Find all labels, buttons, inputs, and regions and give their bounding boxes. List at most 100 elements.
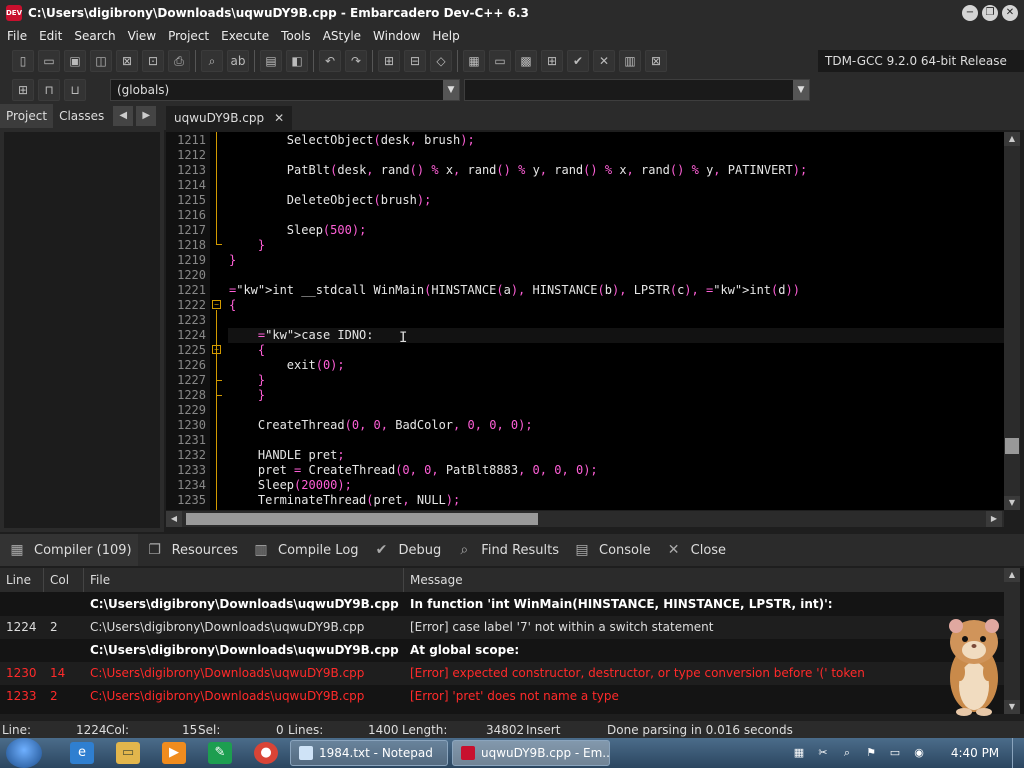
function-combo[interactable]: ▼ [464, 79, 810, 101]
menu-tools[interactable]: Tools [275, 26, 317, 46]
compile-run-icon[interactable]: ▩ [515, 50, 537, 72]
find-icon[interactable]: ⌕ [201, 50, 223, 72]
profile-icon[interactable]: ▥ [619, 50, 641, 72]
chevron-down-icon[interactable]: ▼ [793, 80, 809, 100]
paint-icon[interactable]: ✎ [208, 742, 232, 764]
print-icon[interactable]: ⎙ [168, 50, 190, 72]
line-number: 1217 [177, 223, 206, 237]
goto-bookmark-icon[interactable]: ⊔ [64, 79, 86, 101]
goto-line-icon[interactable]: ▤ [260, 50, 282, 72]
scroll-thumb[interactable] [186, 513, 538, 525]
tray-tools-icon[interactable]: ✂ [814, 744, 832, 762]
tray-app-icon[interactable]: ▦ [790, 744, 808, 762]
column-header-file[interactable]: File [84, 568, 404, 592]
devcpp-app-icon[interactable]: DEV [6, 5, 22, 21]
open-folder-icon[interactable]: ▭ [38, 50, 60, 72]
taskbar-notepad[interactable]: 1984.txt - Notepad [290, 740, 448, 766]
tab-project[interactable]: Project [0, 104, 54, 128]
scroll-thumb[interactable] [1005, 438, 1019, 454]
scroll-up-icon[interactable]: ▲ [1004, 568, 1020, 582]
code-line: 1233 pret = CreateThread(0, 0, PatBlt888… [166, 463, 1004, 478]
taskbar-clock[interactable]: 4:40 PM [950, 738, 1000, 768]
undo-icon[interactable]: ↶ [319, 50, 341, 72]
minimize-icon[interactable]: − [962, 5, 978, 21]
editor-vertical-scrollbar[interactable]: ▲ ▼ [1004, 132, 1020, 510]
scroll-down-icon[interactable]: ▼ [1004, 496, 1020, 510]
message-row[interactable]: 1230 14 C:\Users\digibrony\Downloads\uqwuD… [0, 662, 1004, 685]
remove-project-icon[interactable]: ⊟ [404, 50, 426, 72]
menu-file[interactable]: File [1, 26, 33, 46]
run-icon[interactable]: ▭ [489, 50, 511, 72]
close-tab-icon[interactable]: ✕ [274, 111, 284, 125]
menu-astyle[interactable]: AStyle [317, 26, 367, 46]
new-project-icon[interactable]: ⊞ [378, 50, 400, 72]
scroll-left-icon[interactable]: ◀ [166, 511, 182, 527]
column-header-message[interactable]: Message [404, 568, 1004, 592]
save-all-icon[interactable]: ◫ [90, 50, 112, 72]
close-file-icon[interactable]: ⊠ [116, 50, 138, 72]
compile-icon[interactable]: ▦ [463, 50, 485, 72]
menu-window[interactable]: Window [367, 26, 426, 46]
delete-profile-icon[interactable]: ⊠ [645, 50, 667, 72]
message-row[interactable]: C:\Users\digibrony\Downloads\uqwuDY9B.cp… [0, 593, 1004, 616]
save-icon[interactable]: ▣ [64, 50, 86, 72]
bookmark-icon[interactable]: ◧ [286, 50, 308, 72]
chevron-left-icon[interactable]: ◀ [113, 106, 134, 126]
chrome-icon[interactable]: ● [254, 742, 278, 764]
menu-execute[interactable]: Execute [215, 26, 275, 46]
tray-volume-icon[interactable]: ◉ [910, 744, 928, 762]
menu-edit[interactable]: Edit [33, 26, 68, 46]
chevron-right-icon[interactable]: ▶ [136, 106, 157, 126]
tab-classes[interactable]: Classes [53, 104, 110, 128]
close-window-icon[interactable]: ✕ [1002, 5, 1018, 21]
editor-horizontal-scrollbar[interactable]: ◀ ▶ [166, 511, 1004, 527]
menu-view[interactable]: View [122, 26, 162, 46]
syntax-check-icon[interactable]: ✔ [567, 50, 589, 72]
taskbar-devcpp[interactable]: uqwuDY9B.cpp - Em... [452, 740, 610, 766]
tab-console[interactable]: ▤ Console [565, 534, 657, 566]
menu-help[interactable]: Help [426, 26, 465, 46]
restore-icon[interactable]: ❐ [982, 5, 998, 21]
tab-uqwudy9b-cpp[interactable]: uqwuDY9B.cpp ✕ [166, 106, 293, 130]
tab-resources[interactable]: ❐ Resources [138, 534, 244, 566]
code-editor[interactable]: 1211 SelectObject(desk, brush); 1212 1213 … [166, 132, 1004, 510]
scope-combo[interactable]: (globals) ▼ [110, 79, 460, 101]
scroll-up-icon[interactable]: ▲ [1004, 132, 1020, 146]
menu-search[interactable]: Search [68, 26, 121, 46]
file-explorer-icon[interactable]: ▭ [116, 742, 140, 764]
insert-icon[interactable]: ⊞ [12, 79, 34, 101]
tab-debug[interactable]: ✔ Debug [365, 534, 448, 566]
compiler-set-select[interactable]: TDM-GCC 9.2.0 64-bit Release [818, 50, 1024, 72]
tab-find-results[interactable]: ⌕ Find Results [447, 534, 565, 566]
tab-compile-log[interactable]: ▥ Compile Log [244, 534, 365, 566]
internet-explorer-icon[interactable]: e [70, 742, 94, 764]
column-header-line[interactable]: Line [0, 568, 44, 592]
redo-icon[interactable]: ↷ [345, 50, 367, 72]
show-desktop-button[interactable] [1012, 738, 1024, 768]
menu-project[interactable]: Project [162, 26, 215, 46]
toggle-bookmark-icon[interactable]: ⊓ [38, 79, 60, 101]
tab-compiler[interactable]: ▦ Compiler (109) [0, 534, 138, 566]
replace-icon[interactable]: ab [227, 50, 249, 72]
new-file-icon[interactable]: ▯ [12, 50, 34, 72]
start-button-icon[interactable] [6, 738, 42, 768]
close-panel-button[interactable]: ✕ Close [657, 534, 732, 566]
tray-search-icon[interactable]: ⌕ [838, 744, 856, 762]
project-tree[interactable] [4, 132, 160, 528]
fold-toggle-icon[interactable]: − [212, 300, 221, 309]
chevron-down-icon[interactable]: ▼ [443, 80, 459, 100]
close-all-icon[interactable]: ⊡ [142, 50, 164, 72]
scroll-right-icon[interactable]: ▶ [986, 511, 1002, 527]
tray-display-icon[interactable]: ▭ [886, 744, 904, 762]
fold-toggle-icon[interactable]: − [212, 345, 221, 354]
message-row[interactable]: C:\Users\digibrony\Downloads\uqwuDY9B.cp… [0, 639, 1004, 662]
message-row[interactable]: 1233 2 C:\Users\digibrony\Downloads\uqwuDY… [0, 685, 1004, 708]
column-header-col[interactable]: Col [44, 568, 84, 592]
media-player-icon[interactable]: ▶ [162, 742, 186, 764]
compiler-messages-table[interactable]: Line Col File Message C:\Users\digibrony… [0, 568, 1024, 714]
project-options-icon[interactable]: ◇ [430, 50, 452, 72]
stop-execution-icon[interactable]: ✕ [593, 50, 615, 72]
message-row[interactable]: 1224 2 C:\Users\digibrony\Downloads\uqwuDY… [0, 616, 1004, 639]
tray-flag-icon[interactable]: ⚑ [862, 744, 880, 762]
rebuild-all-icon[interactable]: ⊞ [541, 50, 563, 72]
